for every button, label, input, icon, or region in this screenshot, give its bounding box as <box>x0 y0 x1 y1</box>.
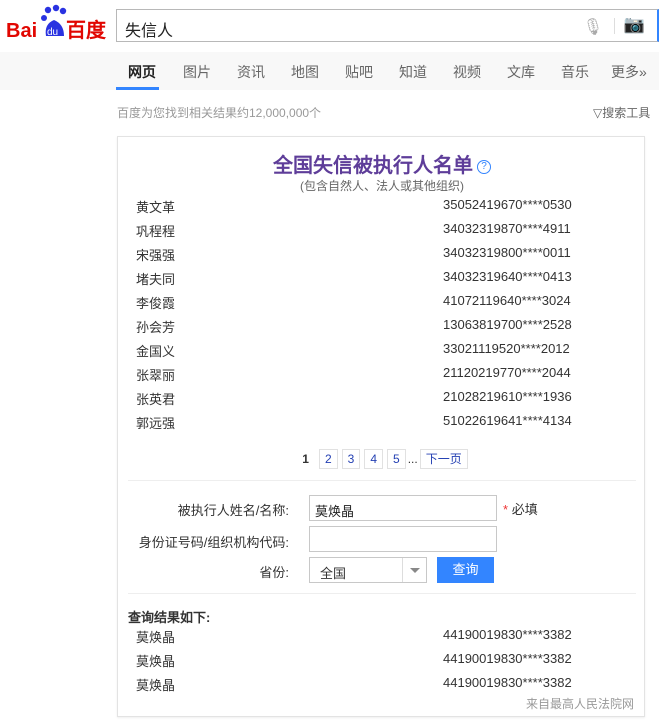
list-item[interactable]: 郭远强 51022619641****4134 <box>136 413 626 433</box>
id-number: 34032319870****4911 <box>443 221 571 236</box>
tab-news[interactable]: 资讯 <box>237 62 265 82</box>
svg-text:du: du <box>47 27 58 38</box>
tab-tieba[interactable]: 贴吧 <box>345 62 373 82</box>
svg-text:百度: 百度 <box>66 18 107 42</box>
id-number: 44190019830****3382 <box>443 675 572 690</box>
card-title[interactable]: 全国失信被执行人名单? <box>118 149 646 178</box>
id-number: 51022619641****4134 <box>443 413 572 428</box>
results-label: 查询结果如下: <box>128 610 211 625</box>
id-number: 33021119520****2012 <box>443 341 570 356</box>
tab-images[interactable]: 图片 <box>183 62 211 82</box>
person-name: 巩程程 <box>136 224 176 239</box>
list-item[interactable]: 宋强强 34032319800****0011 <box>136 245 626 265</box>
list-item[interactable]: 莫焕晶 44190019830****3382 <box>136 627 626 647</box>
filter-icon: ▽ <box>593 106 603 120</box>
name-label: 被执行人姓名/名称: <box>177 503 289 518</box>
card-title-text: 全国失信被执行人名单 <box>273 155 473 177</box>
id-label: 身份证号码/组织机构代码: <box>138 535 289 550</box>
person-name: 黄文革 <box>136 200 176 215</box>
tab-web[interactable]: 网页 <box>128 62 156 82</box>
page-4[interactable]: 4 <box>364 449 384 469</box>
nav-tabs: 网页 图片 资讯 地图 贴吧 知道 视频 文库 音乐 更多» <box>0 52 659 90</box>
list-item[interactable]: 黄文革 35052419670****0530 <box>136 197 626 217</box>
required-note: * 必填 <box>503 499 538 518</box>
id-number: 41072119640****3024 <box>443 293 571 308</box>
page-current: 1 <box>302 452 309 466</box>
id-number: 44190019830****3382 <box>443 627 572 642</box>
list-item[interactable]: 莫焕晶 44190019830****3382 <box>136 675 626 695</box>
province-label: 省份: <box>259 565 289 580</box>
person-name: 李俊霞 <box>136 296 176 311</box>
active-tab-indicator <box>116 87 159 90</box>
person-name: 宋强强 <box>136 248 176 263</box>
id-number: 21120219770****2044 <box>443 365 571 380</box>
tab-maps[interactable]: 地图 <box>291 62 319 82</box>
source-link[interactable]: 来自最高人民法院网 <box>526 695 634 712</box>
list-item[interactable]: 孙会芳 13063819700****2528 <box>136 317 626 337</box>
person-name: 张翠丽 <box>136 368 176 383</box>
search-box[interactable]: 失信人 🎙 📷 <box>116 9 659 42</box>
province-select[interactable]: 全国 <box>309 557 427 583</box>
search-input[interactable]: 失信人 <box>125 17 173 41</box>
id-number: 13063819700****2528 <box>443 317 572 332</box>
query-button[interactable]: 查询 <box>437 557 494 583</box>
list-item[interactable]: 莫焕晶 44190019830****3382 <box>136 651 626 671</box>
card-subtitle: (包含自然人、法人或其他组织) <box>300 179 464 193</box>
list-item[interactable]: 巩程程 34032319870****4911 <box>136 221 626 241</box>
list-item[interactable]: 张英君 21028219610****1936 <box>136 389 626 409</box>
required-text: 必填 <box>511 502 538 517</box>
microphone-icon[interactable]: 🎙 <box>583 17 603 37</box>
person-name: 孙会芳 <box>136 320 176 335</box>
next-page-button[interactable]: 下一页 <box>419 449 468 469</box>
page-3[interactable]: 3 <box>341 449 361 469</box>
id-number: 34032319800****0011 <box>443 245 571 260</box>
tab-video[interactable]: 视频 <box>453 62 481 82</box>
person-name: 金国义 <box>136 344 176 359</box>
page-5[interactable]: 5 <box>387 449 406 469</box>
person-name: 张英君 <box>136 392 176 407</box>
divider <box>128 480 636 481</box>
person-name: 郭远强 <box>136 416 176 431</box>
tab-zhidao[interactable]: 知道 <box>399 62 427 82</box>
pagination: 1 2 3 4 5... 下一页 <box>118 449 646 469</box>
tab-wenku[interactable]: 文库 <box>507 62 535 82</box>
person-name: 堵夫同 <box>136 272 176 287</box>
list-item[interactable]: 金国义 33021119520****2012 <box>136 341 626 361</box>
person-name: 莫焕晶 <box>136 678 176 693</box>
dishonest-list-card: 全国失信被执行人名单? (包含自然人、法人或其他组织) 黄文革 350524196… <box>117 136 645 717</box>
divider <box>128 593 636 594</box>
pager-ellipsis: ... <box>407 452 418 466</box>
id-number: 44190019830****3382 <box>443 651 572 666</box>
list-item[interactable]: 堵夫同 34032319640****0413 <box>136 269 626 289</box>
divider <box>614 18 615 34</box>
list-item[interactable]: 李俊霞 41072119640****3024 <box>136 293 626 313</box>
tab-music[interactable]: 音乐 <box>561 62 589 82</box>
person-name: 莫焕晶 <box>136 630 176 645</box>
baidu-logo[interactable]: Bai du 百度 <box>6 4 108 44</box>
id-input[interactable] <box>309 526 497 552</box>
person-name: 莫焕晶 <box>136 654 176 669</box>
id-number: 34032319640****0413 <box>443 269 572 284</box>
search-tools-label: 搜索工具 <box>602 106 651 120</box>
province-value: 全国 <box>320 566 347 581</box>
tab-more[interactable]: 更多» <box>611 62 647 82</box>
svg-text:Bai: Bai <box>6 20 37 42</box>
help-icon[interactable]: ? <box>477 160 491 174</box>
required-mark: * <box>503 502 509 517</box>
search-tools-button[interactable]: ▽搜索工具 <box>593 104 650 121</box>
list-item[interactable]: 张翠丽 21120219770****2044 <box>136 365 626 385</box>
id-number: 35052419670****0530 <box>443 197 572 212</box>
name-input[interactable]: 莫焕晶 <box>309 495 497 521</box>
results-count: 百度为您找到相关结果约12,000,000个 <box>117 106 322 120</box>
id-number: 21028219610****1936 <box>443 389 572 404</box>
page-2[interactable]: 2 <box>318 449 338 469</box>
camera-icon[interactable]: 📷 <box>624 15 645 35</box>
chevron-down-icon[interactable] <box>402 558 426 582</box>
